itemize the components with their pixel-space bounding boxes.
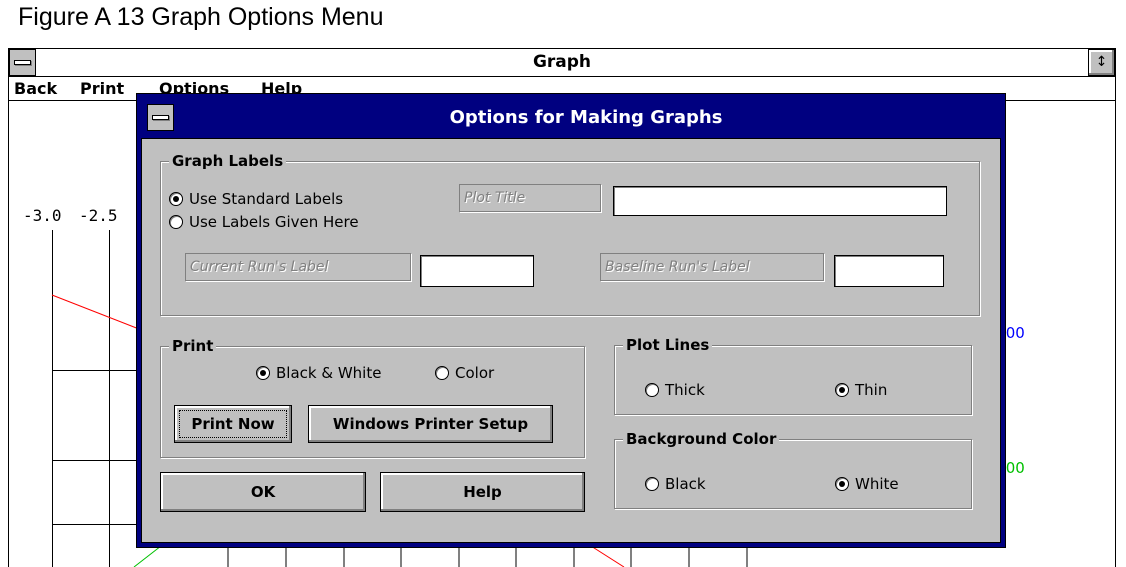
radio-label: Black & White: [276, 364, 382, 382]
radio-label: White: [855, 475, 899, 493]
plot-lines-group: Plot Lines Thick Thin: [614, 335, 972, 415]
radio-use-standard-labels[interactable]: Use Standard Labels: [169, 189, 343, 209]
dialog-body: Graph Labels Use Standard Labels Use Lab…: [141, 138, 1001, 543]
print-group-label: Print: [169, 336, 217, 356]
background-color-group: Background Color Black White: [614, 429, 972, 509]
print-now-button[interactable]: Print Now: [174, 405, 292, 443]
figure-caption: Figure A 13 Graph Options Menu: [18, 3, 384, 31]
radio-button-checked[interactable]: [169, 192, 183, 206]
print-group: Print Black & White Color Print Now Wind…: [160, 336, 585, 458]
radio-label: Thick: [665, 381, 705, 399]
radio-label: Use Labels Given Here: [189, 213, 359, 231]
radio-button-checked[interactable]: [835, 383, 849, 397]
radio-use-labels-given-here[interactable]: Use Labels Given Here: [169, 212, 359, 232]
radio-color[interactable]: Color: [435, 363, 494, 383]
dialog-system-menu-icon[interactable]: [147, 104, 174, 131]
radio-button-checked[interactable]: [256, 366, 270, 380]
graph-labels-group-label: Graph Labels: [169, 151, 287, 171]
radio-thin[interactable]: Thin: [835, 380, 887, 400]
radio-label: Thin: [855, 381, 888, 399]
background-color-group-label: Background Color: [623, 429, 780, 449]
windows-printer-setup-button[interactable]: Windows Printer Setup: [308, 405, 553, 443]
graph-window-title: Graph: [532, 52, 592, 72]
dialog-titlebar: Options for Making Graphs: [141, 98, 1001, 138]
ok-button[interactable]: OK: [160, 472, 366, 512]
radio-label: Black: [665, 475, 706, 493]
baseline-run-input[interactable]: [834, 255, 944, 287]
menu-print[interactable]: Print: [80, 77, 124, 101]
plot-title-label: Plot Title: [459, 184, 601, 212]
radio-label: Use Standard Labels: [189, 190, 344, 208]
maximize-restore-icon[interactable]: ↕: [1088, 49, 1115, 76]
radio-button-unchecked[interactable]: [435, 366, 449, 380]
plot-title-input[interactable]: [613, 186, 947, 216]
dialog-title: Options for Making Graphs: [449, 107, 723, 128]
options-dialog: Options for Making Graphs Graph Labels U…: [136, 93, 1006, 548]
radio-white[interactable]: White: [835, 474, 899, 494]
graph-labels-group: Graph Labels Use Standard Labels Use Lab…: [160, 151, 980, 316]
radio-button-unchecked[interactable]: [645, 383, 659, 397]
radio-black-and-white[interactable]: Black & White: [256, 363, 381, 383]
graph-window-titlebar: Graph ↕: [8, 48, 1116, 77]
plot-lines-group-label: Plot Lines: [623, 335, 713, 355]
radio-button-unchecked[interactable]: [169, 215, 183, 229]
current-run-label: Current Run's Label: [185, 253, 411, 281]
radio-label: Color: [455, 364, 495, 382]
baseline-run-label: Baseline Run's Label: [600, 253, 824, 281]
current-run-input[interactable]: [420, 255, 534, 287]
red-series-line: [51, 294, 140, 330]
radio-thick[interactable]: Thick: [645, 380, 705, 400]
radio-button-unchecked[interactable]: [645, 477, 659, 491]
radio-black[interactable]: Black: [645, 474, 706, 494]
radio-button-checked[interactable]: [835, 477, 849, 491]
help-button[interactable]: Help: [380, 472, 585, 512]
menu-back[interactable]: Back: [14, 77, 57, 101]
